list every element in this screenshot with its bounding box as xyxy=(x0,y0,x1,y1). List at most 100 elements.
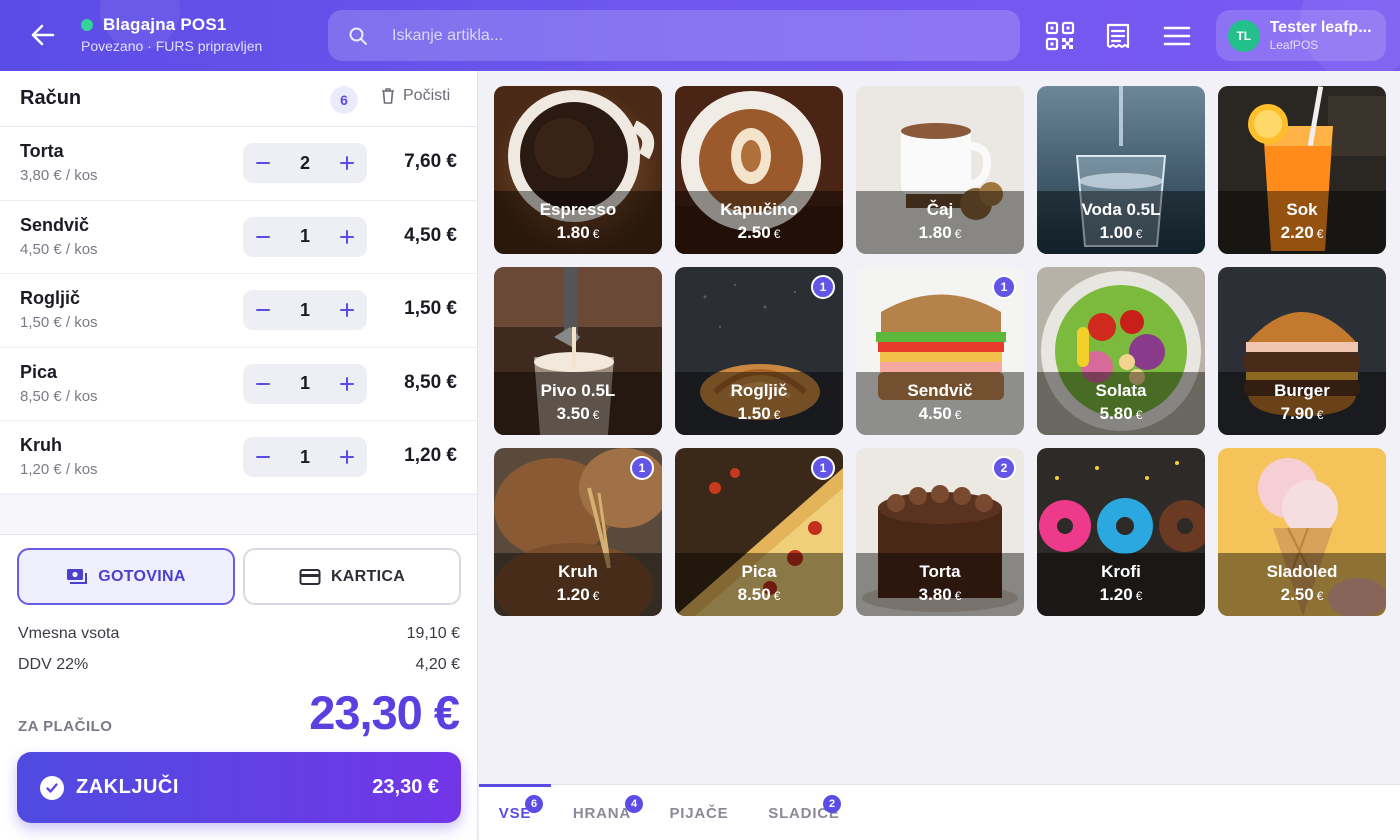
product-price-line: 1.00 € xyxy=(1037,223,1205,243)
quantity-stepper: 1 xyxy=(243,363,367,404)
currency-symbol: € xyxy=(773,589,781,603)
product-price: 8.50 xyxy=(737,585,771,604)
product-tile[interactable]: Voda 0.5L 1.00 € xyxy=(1037,86,1205,254)
tab-sladice[interactable]: SLADICE 2 xyxy=(757,785,851,840)
product-tile[interactable]: Rogljič 1.50 € 1 xyxy=(675,267,843,435)
increase-quantity-button[interactable] xyxy=(327,290,367,330)
card-payment-button[interactable]: KARTICA xyxy=(243,548,461,605)
product-tile[interactable]: Kruh 1.20 € 1 xyxy=(494,448,662,616)
trash-icon xyxy=(382,88,394,104)
product-name: Burger xyxy=(1274,381,1330,400)
product-tile[interactable]: Krofi 1.20 € xyxy=(1037,448,1205,616)
product-price-line: 2.50 € xyxy=(675,223,843,243)
decrease-quantity-button[interactable] xyxy=(243,143,283,183)
increase-quantity-button[interactable] xyxy=(327,217,367,257)
plus-icon xyxy=(339,303,354,317)
category-tabs: VSE 6 HRANA 4 PIJAČE SLADICE 2 xyxy=(479,784,1400,840)
menu-button[interactable] xyxy=(1159,18,1195,54)
product-tile[interactable]: Burger 7.90 € xyxy=(1218,267,1386,435)
bill-line-item[interactable]: Kruh 1,20 € / kos 1 1,20 € xyxy=(0,421,477,495)
currency-symbol: € xyxy=(773,227,781,241)
bill-title: Račun xyxy=(20,87,82,109)
quantity-value: 1 xyxy=(299,446,310,467)
product-tile[interactable]: Torta 3.80 € 2 xyxy=(856,448,1024,616)
bill-item-count-badge: 6 xyxy=(330,86,358,114)
finish-sale-amount: 23,30 € xyxy=(372,776,439,798)
product-price: 3.50 xyxy=(556,404,590,423)
cash-payment-button[interactable]: GOTOVINA xyxy=(17,548,235,605)
cart-quantity-badge: 1 xyxy=(992,275,1016,299)
decrease-quantity-button[interactable] xyxy=(243,290,283,330)
finish-sale-button[interactable]: ZAKLJUČI 23,30 € xyxy=(17,752,461,823)
tab-count-badge: 4 xyxy=(625,795,643,813)
qr-scan-button[interactable] xyxy=(1042,18,1078,54)
minus-icon xyxy=(256,456,270,458)
decrease-quantity-button[interactable] xyxy=(243,217,283,257)
product-name: Čaj xyxy=(926,200,954,219)
product-tile[interactable]: Kapučino 2.50 € xyxy=(675,86,843,254)
product-tile[interactable]: Espresso 1.80 € xyxy=(494,86,662,254)
product-price-line: 4.50 € xyxy=(856,404,1024,424)
product-name: Kapučino xyxy=(720,200,798,219)
decrease-quantity-button[interactable] xyxy=(243,364,283,404)
product-tile[interactable]: Sladoled 2.50 € xyxy=(1218,448,1386,616)
product-price-line: 1.50 € xyxy=(675,404,843,424)
back-button[interactable] xyxy=(26,18,60,52)
plus-icon xyxy=(339,450,354,464)
product-tile[interactable]: Solata 5.80 € xyxy=(1037,267,1205,435)
tab-pijače[interactable]: PIJAČE xyxy=(659,785,739,840)
card-payment-label: KARTICA xyxy=(330,567,406,585)
currency-symbol: € xyxy=(1135,408,1143,422)
product-price: 2.50 xyxy=(737,223,771,242)
bill-item-name: Pica xyxy=(20,361,58,382)
subtotal-label: Vmesna vsota xyxy=(18,625,120,642)
product-price-line: 3.50 € xyxy=(494,404,662,424)
product-name: Voda 0.5L xyxy=(1081,200,1161,219)
bill-item-unit-price: 3,80 € / kos xyxy=(20,167,98,184)
product-price: 2.20 xyxy=(1280,223,1314,242)
increase-quantity-button[interactable] xyxy=(327,437,367,477)
bill-line-item[interactable]: Sendvič 4,50 € / kos 1 4,50 € xyxy=(0,201,477,274)
product-grid: Espresso 1.80 € Kapučino 2.50 € Čaj 1.80 € … xyxy=(494,86,1386,616)
terminal-info: Blagajna POS1 Povezano · FURS pripravlje… xyxy=(81,15,262,54)
product-tile[interactable]: Čaj 1.80 € xyxy=(856,86,1024,254)
subtotal-row: Vmesna vsota 19,10 € xyxy=(18,625,460,643)
tab-hrana[interactable]: HRANA 4 xyxy=(561,785,643,840)
product-price: 2.50 xyxy=(1280,585,1314,604)
bill-line-item[interactable]: Torta 3,80 € / kos 2 7,60 € xyxy=(0,127,477,201)
product-tile[interactable]: Pivo 0.5L 3.50 € xyxy=(494,267,662,435)
product-tile[interactable]: Pica 8.50 € 1 xyxy=(675,448,843,616)
bill-line-item[interactable]: Rogljič 1,50 € / kos 1 1,50 € xyxy=(0,274,477,348)
arrow-left-icon xyxy=(31,24,55,46)
bill-header: Račun 6 Počisti xyxy=(0,71,477,127)
currency-symbol: € xyxy=(1316,408,1324,422)
bill-line-item[interactable]: Pica 8,50 € / kos 1 8,50 € xyxy=(0,348,477,421)
increase-quantity-button[interactable] xyxy=(327,364,367,404)
currency-symbol: € xyxy=(592,408,600,422)
terminal-status: Povezano · FURS pripravljen xyxy=(81,38,263,54)
search-input[interactable] xyxy=(392,26,992,45)
qr-code-icon xyxy=(1045,21,1075,51)
tab-vse[interactable]: VSE 6 xyxy=(479,784,551,840)
check-circle-icon xyxy=(40,775,64,800)
clear-bill-button[interactable]: Počisti xyxy=(380,87,450,105)
product-price: 3.80 xyxy=(918,585,952,604)
product-name: Kruh xyxy=(558,562,598,581)
increase-quantity-button[interactable] xyxy=(327,143,367,183)
decrease-quantity-button[interactable] xyxy=(243,437,283,477)
product-name: Rogljič xyxy=(730,381,788,400)
avatar: TL xyxy=(1228,19,1260,52)
bill-item-unit-price: 8,50 € / kos xyxy=(20,387,98,405)
user-account-button[interactable]: TL Tester leafp... LeafPOS xyxy=(1216,10,1386,61)
product-price-line: 3.80 € xyxy=(856,585,1024,605)
quantity-stepper: 1 xyxy=(243,437,367,477)
search-icon xyxy=(349,27,367,45)
product-tile[interactable]: Sok 2.20 € xyxy=(1218,86,1386,254)
bill-item-unit-price: 4,50 € / kos xyxy=(20,240,98,258)
search-bar[interactable] xyxy=(328,10,1020,61)
quantity-stepper: 1 xyxy=(243,290,367,330)
receipts-button[interactable] xyxy=(1100,18,1136,54)
currency-symbol: € xyxy=(1316,589,1324,603)
product-tile[interactable]: Sendvič 4.50 € 1 xyxy=(856,267,1024,435)
product-name: Sladoled xyxy=(1266,562,1338,581)
